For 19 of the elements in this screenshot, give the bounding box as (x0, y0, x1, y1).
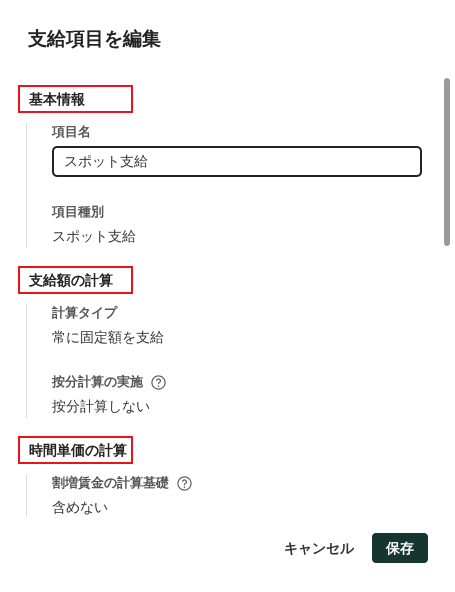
help-icon[interactable] (177, 476, 192, 490)
field-value: 常に固定額を支給 (52, 328, 165, 347)
section-heading: 時間単価の計算 (18, 436, 133, 464)
section-heading: 基本情報 (18, 85, 133, 113)
field-value: 按分計算しない (52, 397, 151, 416)
save-button[interactable]: 保存 (372, 533, 428, 563)
scrollbar[interactable] (444, 78, 450, 246)
dialog-title: 支給項目を編集 (28, 28, 162, 52)
field-label: 割増賃金の計算基礎 (52, 474, 169, 492)
field-label: 項目種別 (52, 203, 104, 221)
input-field[interactable]: スポット支給 (52, 146, 422, 177)
field-label: 項目名 (52, 123, 91, 141)
field-value: スポット支給 (52, 227, 137, 246)
help-icon[interactable] (151, 374, 166, 390)
field-value: 含めない (52, 498, 109, 517)
field-label: 按分計算の実施 (52, 373, 143, 391)
cancel-button[interactable]: キャンセル (282, 533, 356, 563)
section-heading: 支給額の計算 (18, 266, 133, 294)
field-label: 計算タイプ (52, 304, 117, 322)
